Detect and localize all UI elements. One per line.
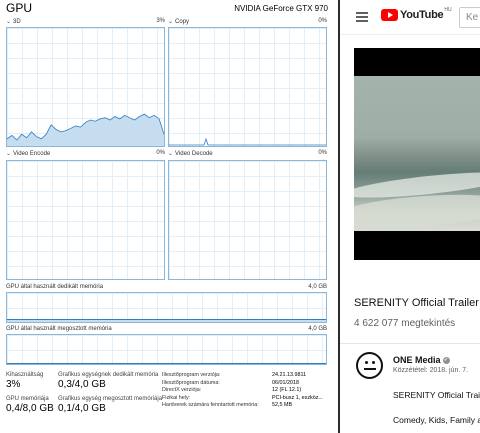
chevron-down-icon: ⌄ bbox=[6, 19, 12, 25]
channel-name[interactable]: ONE Media ✓ bbox=[393, 355, 450, 365]
country-code: HU bbox=[444, 7, 452, 13]
stats-column-1: Kihasználtság 3% GPU memóriája 0,4/8,0 G… bbox=[6, 372, 54, 420]
driver-info-table: Illesztőprogram verziója: 24.21.13.9811 I… bbox=[162, 372, 332, 410]
page-title: GPU bbox=[6, 1, 33, 15]
dedicated-stat-value: 0,3/4,0 GB bbox=[58, 379, 106, 390]
task-manager-gpu-panel: GPU NVIDIA GeForce GTX 970 ⌄ 3D 3% ⌄ Copy … bbox=[0, 0, 338, 433]
graph-video-decode bbox=[168, 160, 327, 280]
graph-3d bbox=[6, 27, 165, 147]
info-row: Illesztőprogram dátuma: 06/01/2018 bbox=[162, 379, 299, 386]
divider bbox=[340, 343, 480, 344]
dedicated-stat-label: Grafikus egységnek dedikált memória bbox=[58, 372, 159, 378]
video-player[interactable] bbox=[354, 48, 480, 260]
dedicated-memory-max: 4,0 GB bbox=[308, 284, 327, 290]
youtube-wordmark: YouTube bbox=[400, 9, 444, 21]
info-row: DirectX verziója: 12 (FL 12.1) bbox=[162, 387, 302, 394]
dedicated-memory-graph bbox=[6, 292, 327, 323]
graph-video-encode bbox=[6, 160, 165, 280]
graph-copy-percent: 0% bbox=[318, 18, 327, 24]
description-tags: Comedy, Kids, Family an bbox=[393, 415, 480, 425]
utilization-label: Kihasználtság bbox=[6, 372, 44, 378]
graph-copy-plot bbox=[169, 137, 326, 146]
video-frame-beach bbox=[354, 76, 480, 233]
gpu-memory-value: 0,4/8,0 GB bbox=[6, 403, 54, 414]
chevron-down-icon: ⌄ bbox=[6, 151, 12, 157]
graph-video-decode-selector[interactable]: ⌄ Video Decode bbox=[168, 150, 213, 157]
graph-3d-selector[interactable]: ⌄ 3D bbox=[6, 18, 21, 25]
info-row: Fizikai hely: PCI-busz 1, eszköz... bbox=[162, 394, 323, 401]
shared-memory-graph bbox=[6, 334, 327, 365]
gpu-name: NVIDIA GeForce GTX 970 bbox=[234, 4, 328, 13]
graph-video-decode-percent: 0% bbox=[318, 150, 327, 156]
graph-3d-label: 3D bbox=[13, 19, 21, 25]
video-title: SERENITY Official Trailer (2 bbox=[354, 297, 480, 309]
youtube-logo[interactable]: YouTube HU bbox=[381, 7, 452, 21]
shared-stat-value: 0,1/4,0 GB bbox=[58, 403, 106, 414]
verified-check-icon: ✓ bbox=[442, 357, 450, 365]
channel-avatar[interactable] bbox=[356, 352, 383, 379]
view-count: 4 622 077 megtekintés bbox=[354, 318, 456, 329]
graph-video-encode-percent: 0% bbox=[156, 150, 165, 156]
graph-copy-selector[interactable]: ⌄ Copy bbox=[168, 18, 189, 25]
info-row: Hardverek számára fenntartott memória: 52… bbox=[162, 402, 293, 409]
graph-3d-percent: 3% bbox=[156, 18, 165, 24]
chevron-down-icon: ⌄ bbox=[168, 151, 174, 157]
utilization-value: 3% bbox=[6, 379, 21, 390]
chevron-down-icon: ⌄ bbox=[168, 19, 174, 25]
youtube-panel: YouTube HU Ke SERENITY Official Trailer … bbox=[340, 0, 480, 433]
youtube-play-icon bbox=[381, 9, 398, 21]
dedicated-memory-label: GPU által használt dedikált memória bbox=[6, 284, 104, 290]
dedicated-memory-fill bbox=[7, 319, 326, 322]
description-title: SERENITY Official Traile bbox=[393, 390, 480, 400]
shared-memory-max: 4,0 GB bbox=[308, 326, 327, 332]
gpu-memory-label: GPU memóriája bbox=[6, 396, 49, 402]
graph-3d-plot bbox=[7, 113, 164, 146]
publish-date: Közzététel: 2018. jún. 7. bbox=[393, 367, 469, 374]
shared-memory-fill bbox=[7, 363, 326, 364]
graph-copy-label: Copy bbox=[175, 19, 190, 25]
menu-icon[interactable] bbox=[356, 12, 368, 22]
graph-video-decode-label: Video Decode bbox=[175, 151, 213, 157]
shared-memory-label: GPU által használt megosztott memória bbox=[6, 326, 112, 332]
youtube-header: YouTube HU Ke bbox=[340, 0, 480, 35]
usage-area bbox=[7, 114, 164, 146]
graph-video-encode-selector[interactable]: ⌄ Video Encode bbox=[6, 150, 50, 157]
search-input[interactable]: Ke bbox=[459, 7, 480, 28]
stats-column-2: Grafikus egységnek dedikált memória 0,3/… bbox=[58, 372, 162, 420]
shared-stat-label: Grafikus egység megosztott memóriája bbox=[58, 396, 163, 402]
info-row: Illesztőprogram verziója: 24.21.13.9811 bbox=[162, 372, 307, 378]
graph-video-encode-label: Video Encode bbox=[13, 151, 51, 157]
channel-name-text: ONE Media bbox=[393, 355, 441, 365]
graph-copy bbox=[168, 27, 327, 147]
